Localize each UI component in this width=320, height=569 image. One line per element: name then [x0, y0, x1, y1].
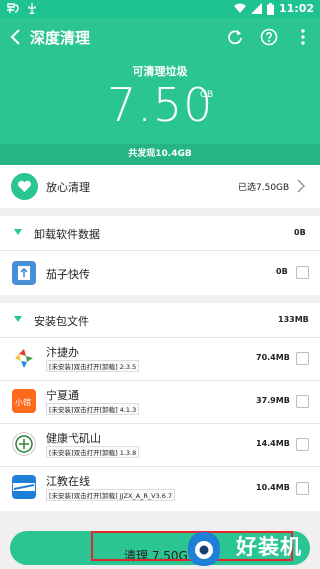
hospital-logo-icon	[15, 435, 33, 453]
know-logo-icon	[13, 483, 35, 491]
cellular-icon	[250, 3, 262, 14]
app-name: 宁夏通	[46, 389, 79, 402]
page-title: 深度清理	[30, 29, 91, 47]
item-checkbox[interactable]	[296, 266, 309, 279]
more-button[interactable]	[292, 26, 314, 48]
list-item[interactable]: 健康弋矶山 [未安装]双击打开[卸载] 1.3.8 14.4MB	[0, 424, 320, 466]
app-name: 江教在线	[46, 475, 90, 488]
app-icon-bianjieban	[12, 346, 36, 370]
app-name: 汴捷办	[46, 346, 79, 359]
header: 深度清理 可清理垃圾 7.50 GB 共发现10.4GB	[0, 18, 320, 165]
title-bar: 深度清理	[0, 18, 320, 56]
usb-icon	[26, 2, 38, 14]
item-checkbox[interactable]	[296, 438, 309, 451]
app-size: 10.4MB	[256, 483, 290, 492]
uninstall-section-label: 卸载软件数据	[34, 228, 100, 241]
app-icon-qiezi	[12, 261, 36, 285]
colorful-logo-icon	[15, 349, 33, 368]
found-total: 共发现10.4GB	[0, 144, 320, 165]
app-size: 0B	[276, 267, 288, 276]
chevron-left-icon	[10, 29, 20, 45]
svg-text:小馆: 小馆	[15, 397, 31, 407]
app-subtitle: [未安装]双击打开[卸载] 2.3.5	[46, 360, 140, 372]
safe-clean-value: 已选7.50GB	[238, 183, 290, 193]
list-item[interactable]: 汴捷办 [未安装]双击打开[卸载] 2.3.5 70.4MB	[0, 338, 320, 380]
wifi-icon	[233, 3, 246, 14]
help-button[interactable]	[258, 26, 280, 48]
app-name: 茄子快传	[46, 268, 90, 281]
app-notification-icon	[6, 2, 20, 14]
app-subtitle: [未安装]双击打开[卸载] 4.1.3	[46, 403, 140, 415]
app-logo-icon: 小馆	[15, 397, 31, 407]
file-transfer-icon	[18, 266, 30, 280]
cleanable-unit: GB	[200, 90, 214, 100]
app-size: 37.9MB	[256, 396, 290, 405]
more-vertical-icon	[301, 29, 305, 45]
list-item[interactable]: 小馆 宁夏通 [未安装]双击打开[卸载] 4.1.3 37.9MB	[0, 381, 320, 423]
apk-section-size: 133MB	[278, 315, 309, 324]
status-bar: 11:02	[0, 0, 320, 18]
item-checkbox[interactable]	[296, 352, 309, 365]
app-subtitle: [未安装]双击打开[卸载] JJZX_A_R_V3.6.7	[46, 489, 176, 501]
item-checkbox[interactable]	[296, 395, 309, 408]
app-icon-jiankang	[12, 432, 36, 456]
apk-section-label: 安装包文件	[34, 315, 89, 328]
summary-title: 可清理垃圾	[132, 65, 188, 78]
item-checkbox[interactable]	[296, 482, 309, 495]
heart-icon	[11, 173, 38, 200]
app-subtitle: [未安装]双击打开[卸载] 1.3.8	[46, 446, 140, 458]
app-icon-jiangjiao	[12, 475, 36, 499]
refresh-button[interactable]	[224, 26, 246, 48]
watermark-text: 好装机	[236, 535, 302, 559]
safe-clean-label: 放心清理	[46, 181, 90, 194]
app-icon-ningxiatong: 小馆	[12, 389, 36, 413]
safe-clean-row[interactable]: 放心清理 已选7.50GB	[0, 165, 320, 208]
caret-down-icon	[14, 316, 22, 322]
refresh-icon	[228, 30, 242, 45]
app-name: 健康弋矶山	[46, 432, 101, 445]
app-size: 14.4MB	[256, 439, 290, 448]
uninstall-section-size: 0B	[294, 228, 306, 237]
caret-down-icon	[14, 229, 22, 235]
help-icon	[260, 28, 278, 46]
app-size: 70.4MB	[256, 353, 290, 362]
list-item[interactable]: 茄子快传 0B	[0, 251, 320, 295]
chevron-right-icon	[297, 179, 306, 193]
back-button[interactable]	[6, 26, 28, 48]
uninstall-section-header[interactable]: 卸载软件数据 0B	[0, 216, 320, 250]
battery-icon	[266, 2, 274, 15]
apk-section-header[interactable]: 安装包文件 133MB	[0, 303, 320, 337]
clock: 11:02	[278, 2, 314, 15]
list-item[interactable]: 江教在线 [未安装]双击打开[卸载] JJZX_A_R_V3.6.7 10.4M…	[0, 467, 320, 511]
cleanable-size: 7.50	[107, 78, 214, 132]
